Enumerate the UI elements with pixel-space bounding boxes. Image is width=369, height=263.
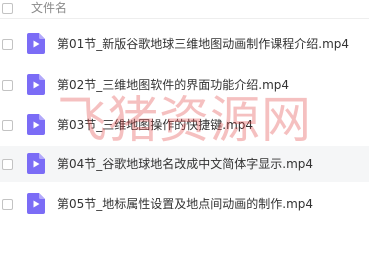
- file-checkbox[interactable]: [2, 159, 13, 170]
- select-all-checkbox[interactable]: [2, 3, 13, 14]
- file-checkbox[interactable]: [2, 199, 13, 210]
- file-name[interactable]: 第05节_地标属性设置及地点间动画的制作.mp4: [57, 196, 313, 212]
- file-row[interactable]: 第04节_谷歌地球地名改成中文简体字显示.mp4: [0, 146, 369, 182]
- file-list-header: 文件名: [0, 0, 369, 19]
- video-file-icon: [27, 153, 45, 174]
- file-list: 文件名 第01节_新版谷歌地球三维地图动画制作课程介绍.mp4 第02节_三维地…: [0, 0, 369, 263]
- file-checkbox[interactable]: [2, 120, 13, 131]
- file-row[interactable]: 第01节_新版谷歌地球三维地图动画制作课程介绍.mp4: [0, 26, 369, 62]
- video-file-icon: [27, 114, 45, 135]
- video-file-icon: [27, 74, 45, 95]
- file-row[interactable]: 第05节_地标属性设置及地点间动画的制作.mp4: [0, 186, 369, 222]
- video-file-icon: [27, 193, 45, 214]
- filename-column-header[interactable]: 文件名: [31, 0, 67, 16]
- file-name[interactable]: 第04节_谷歌地球地名改成中文简体字显示.mp4: [57, 156, 313, 172]
- video-file-icon: [27, 33, 45, 54]
- file-name[interactable]: 第01节_新版谷歌地球三维地图动画制作课程介绍.mp4: [57, 36, 349, 52]
- file-name[interactable]: 第02节_三维地图软件的界面功能介绍.mp4: [57, 77, 289, 93]
- file-checkbox[interactable]: [2, 39, 13, 50]
- file-row[interactable]: 第02节_三维地图软件的界面功能介绍.mp4: [0, 67, 369, 103]
- file-checkbox[interactable]: [2, 80, 13, 91]
- file-name[interactable]: 第03节_三维地图操作的快捷键.mp4: [57, 117, 253, 133]
- file-row[interactable]: 第03节_三维地图操作的快捷键.mp4: [0, 107, 369, 143]
